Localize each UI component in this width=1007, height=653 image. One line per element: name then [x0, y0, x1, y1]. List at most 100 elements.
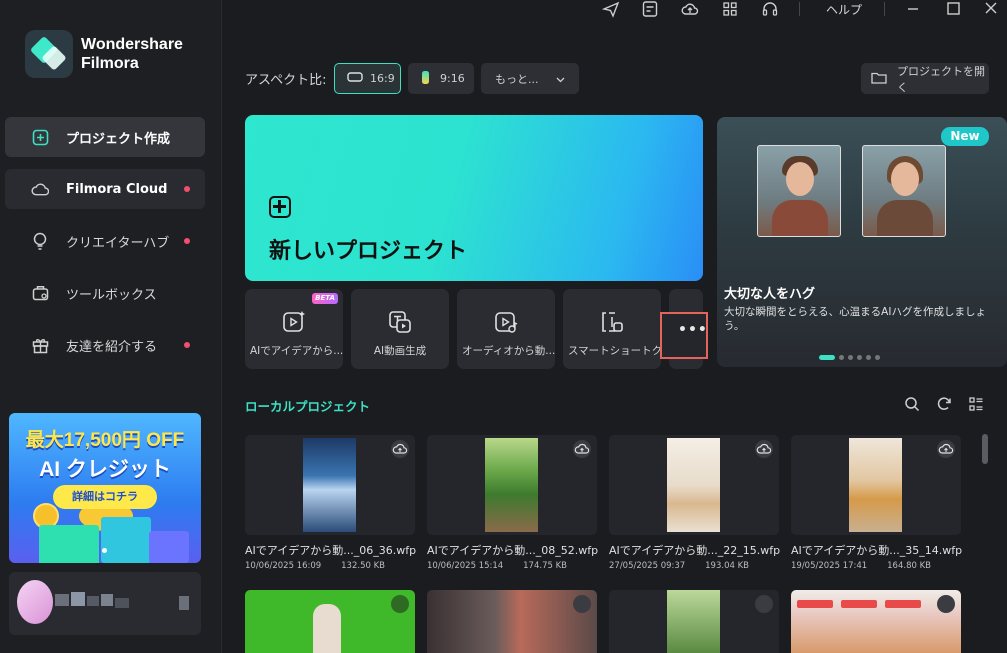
aspect-9-16-button[interactable]: 9:16 [408, 63, 474, 94]
cloud-upload-icon[interactable] [391, 595, 409, 613]
grid-apps-icon[interactable] [721, 0, 739, 18]
ai-credit-promo-banner[interactable]: 最大17,500円 OFF AI クレジット 詳細はコチラ [9, 413, 201, 563]
sticker-image [841, 600, 877, 608]
project-name: AIでアイデアから動..._06_36.wfp [245, 544, 417, 557]
project-preview-image [313, 604, 341, 653]
task-icon[interactable] [641, 0, 659, 18]
filmora-logo-icon [25, 30, 73, 78]
aspect-more-dropdown[interactable]: もっと... [481, 63, 579, 94]
maximize-icon[interactable] [944, 0, 962, 18]
ai-video-idea-icon [283, 311, 305, 332]
carousel-dot[interactable] [102, 548, 107, 553]
feature-promo-card[interactable]: New 大切な人をハグ 大切な瞬間をとらえる、心温まるAIハグを作成しましょう。 [717, 117, 1007, 367]
cloud-upload-icon[interactable] [573, 595, 591, 613]
project-thumbnail[interactable] [791, 590, 961, 653]
cloud-upload-icon[interactable] [937, 440, 955, 458]
sidebar-item-create-project[interactable]: プロジェクト作成 [5, 117, 205, 157]
blurred-username [179, 596, 189, 610]
send-icon[interactable] [602, 0, 620, 18]
project-date: 19/05/2025 17:41 [791, 561, 868, 571]
sidebar-item-creator-hub[interactable]: クリエイターハブ [5, 221, 205, 261]
divider [799, 2, 800, 16]
project-thumbnail[interactable] [427, 590, 597, 653]
blurred-username [101, 594, 113, 606]
blurred-username [87, 596, 99, 606]
sidebar-item-filmora-cloud[interactable]: Filmora Cloud [5, 169, 205, 209]
tool-ai-video-generation[interactable]: AI動画生成 [351, 289, 449, 369]
project-thumbnail[interactable] [245, 590, 415, 653]
aspect-16-9-button[interactable]: 16:9 [334, 63, 401, 94]
project-meta: 27/05/2025 09:37 193.04 KB [609, 561, 779, 571]
project-thumbnail[interactable] [609, 435, 779, 535]
project-thumbnail[interactable] [609, 590, 779, 653]
feature-title: 大切な人をハグ [724, 287, 816, 302]
tool-smart-short-clips[interactable]: スマートショートク... [563, 289, 661, 369]
project-name: AIでアイデアから動..._08_52.wfp [427, 544, 599, 557]
project-date: 10/06/2025 16:09 [245, 561, 322, 571]
portrait-icon [421, 70, 430, 88]
refresh-icon[interactable] [936, 396, 952, 412]
sidebar-item-label: クリエイターハブ [66, 235, 170, 251]
feature-photo-woman [862, 145, 946, 237]
cloud-upload-icon[interactable] [681, 0, 699, 18]
cloud-upload-icon[interactable] [755, 440, 773, 458]
aspect-16-9-label: 16:9 [370, 72, 395, 85]
project-size: 174.75 KB [523, 561, 567, 571]
project-name: AIでアイデアから動..._35_14.wfp [791, 544, 963, 557]
chevron-down-icon [556, 73, 565, 86]
avatar[interactable] [17, 580, 53, 624]
cloud-upload-icon[interactable] [391, 440, 409, 458]
sidebar: Wondershare Filmora プロジェクト作成 Filmora Clo… [0, 0, 222, 653]
tool-label: AIでアイデアから... [250, 345, 343, 357]
aspect-9-16-label: 9:16 [440, 72, 465, 85]
tool-label: スマートショートク... [568, 345, 661, 357]
sidebar-item-refer-friend[interactable]: 友達を紹介する [5, 325, 205, 365]
tool-label: オーディオから動... [462, 345, 555, 357]
gift-box-image [39, 525, 99, 563]
cloud-upload-icon[interactable] [573, 440, 591, 458]
view-toggle-icon[interactable] [968, 396, 984, 412]
text-to-video-icon [389, 311, 411, 333]
plus-square-icon [31, 128, 49, 146]
project-preview-image [303, 438, 356, 532]
gift-icon [31, 336, 49, 354]
feature-photo-man [757, 145, 841, 237]
minimize-icon[interactable] [904, 0, 922, 18]
sidebar-item-label: ツールボックス [66, 287, 157, 303]
cloud-upload-icon[interactable] [937, 595, 955, 613]
cloud-upload-icon[interactable] [755, 595, 773, 613]
headset-support-icon[interactable] [761, 0, 779, 18]
blurred-username [71, 592, 85, 606]
new-project-card[interactable]: 新しいプロジェクト [245, 115, 703, 281]
sidebar-item-toolbox[interactable]: ツールボックス [5, 273, 205, 313]
project-thumbnail[interactable] [791, 435, 961, 535]
sidebar-item-label: プロジェクト作成 [66, 131, 171, 147]
project-thumbnail[interactable] [245, 435, 415, 535]
local-projects-title: ローカルプロジェクト [245, 399, 371, 414]
notification-dot [184, 186, 190, 192]
sidebar-item-label: Filmora Cloud [66, 181, 168, 197]
feature-carousel-dots[interactable] [819, 355, 880, 360]
project-thumbnail[interactable] [427, 435, 597, 535]
smart-short-clip-icon [602, 312, 623, 332]
divider [884, 2, 885, 16]
close-icon[interactable] [982, 0, 1000, 18]
help-menu[interactable]: ヘルプ [826, 1, 862, 18]
promo-details-button[interactable]: 詳細はコチラ [53, 485, 157, 509]
project-size: 193.04 KB [705, 561, 749, 571]
new-project-title: 新しいプロジェクト [269, 239, 468, 264]
project-meta: 10/06/2025 16:09 132.50 KB [245, 561, 415, 571]
open-project-button[interactable]: プロジェクトを開く [861, 63, 989, 94]
user-account-panel[interactable] [9, 572, 201, 635]
cloud-icon [31, 180, 49, 198]
logo-line1: Wondershare [81, 36, 183, 53]
landscape-icon [347, 72, 363, 85]
project-preview-image [849, 438, 902, 532]
folder-icon [871, 71, 887, 87]
sidebar-item-label: 友達を紹介する [66, 339, 158, 355]
tool-label: AI動画生成 [373, 345, 427, 357]
tool-audio-to-video[interactable]: オーディオから動... [457, 289, 555, 369]
aspect-more-label: もっと... [495, 72, 539, 86]
search-icon[interactable] [904, 396, 920, 412]
scrollbar-thumb[interactable] [982, 434, 988, 464]
